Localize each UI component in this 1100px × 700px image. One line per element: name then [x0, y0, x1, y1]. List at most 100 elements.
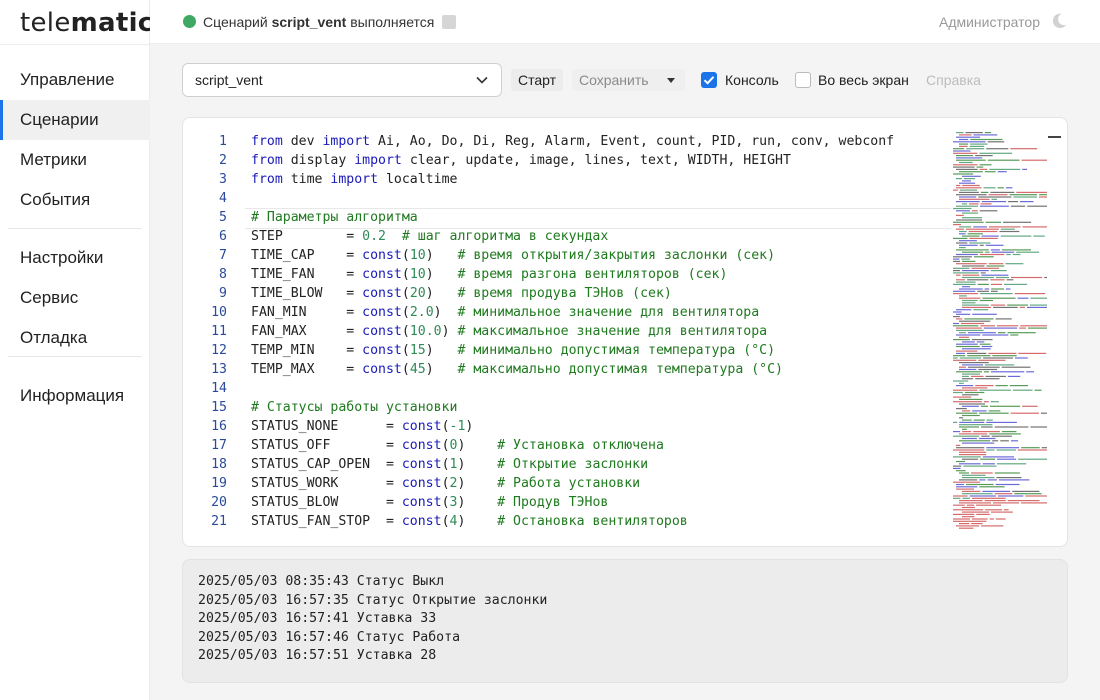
code-line: 9 TIME_BLOW = const(20) # время продува Т… — [183, 284, 953, 303]
code-line: 2 from display import clear, update, imag… — [183, 151, 953, 170]
code-line: 10 FAN_MIN = const(2.0) # минимальное зна… — [183, 303, 953, 322]
start-button[interactable]: Старт — [511, 69, 564, 91]
code-text: TIME_CAP = const(10) # время открытия/за… — [251, 248, 776, 263]
console-label[interactable]: Консоль — [725, 72, 779, 88]
line-number: 16 — [211, 419, 227, 434]
line-number: 1 — [219, 134, 227, 149]
code-text: STATUS_OFF = const(0) # Установка отключ… — [251, 438, 664, 453]
minimap[interactable] — [951, 130, 1049, 530]
divider — [0, 44, 150, 45]
line-number: 7 — [219, 248, 227, 263]
code-line: 1 from dev import Ai, Ao, Do, Di, Reg, Al… — [183, 132, 953, 151]
moon-icon[interactable] — [1050, 12, 1068, 30]
code-text: STATUS_BLOW = const(3) # Продув ТЭНов — [251, 495, 609, 510]
minimap-slider[interactable] — [1048, 136, 1061, 138]
code-line: 11 FAN_MAX = const(10.0) # максимальное з… — [183, 322, 953, 341]
chevron-down-icon — [476, 76, 488, 84]
code-line: 13 TEMP_MAX = const(45) # максимально доп… — [183, 360, 953, 379]
code-line: 4 — [183, 189, 953, 208]
fullscreen-label[interactable]: Во весь экран — [818, 72, 909, 88]
sidebar: telematic Управление Сценарии Метрики Событ… — [0, 0, 153, 700]
line-number: 5 — [219, 210, 227, 225]
code-line: 5 # Параметры алгоритма — [183, 208, 953, 227]
sidebar-item[interactable]: Информация — [0, 376, 150, 416]
code-text: from dev import Ai, Ao, Do, Di, Reg, Ala… — [251, 134, 895, 149]
code-text: STATUS_WORK = const(2) # Работа установк… — [251, 476, 641, 491]
code-text: from display import clear, update, image… — [251, 153, 791, 168]
line-number: 9 — [219, 286, 227, 301]
line-number: 11 — [211, 324, 227, 339]
console-line: 2025/05/03 08:35:43 Статус Выкл — [198, 574, 445, 589]
sidebar-item[interactable]: События — [0, 180, 150, 220]
sidebar-item[interactable]: Управление — [0, 60, 150, 100]
line-number: 14 — [211, 381, 227, 396]
code-text: TEMP_MIN = const(15) # минимально допуст… — [251, 343, 776, 358]
code-text: STATUS_FAN_STOP = const(4) # Остановка в… — [251, 514, 688, 529]
console-checkbox[interactable] — [701, 72, 717, 88]
line-number: 3 — [219, 172, 227, 187]
console-line: 2025/05/03 16:57:35 Статус Открытие засл… — [198, 592, 548, 608]
sidebar-item[interactable]: Отладка — [0, 318, 150, 358]
running-status-icon — [183, 15, 196, 28]
logo-part1: tele — [20, 8, 71, 38]
line-number: 13 — [211, 362, 227, 377]
user-name[interactable]: Администратор — [939, 14, 1040, 30]
script-select-value: script_vent — [195, 72, 263, 88]
code-text: STATUS_CAP_OPEN = const(1) # Открытие за… — [251, 457, 649, 472]
line-number: 8 — [219, 267, 227, 282]
code-line: 16 STATUS_NONE = const(-1) — [183, 417, 953, 436]
help-link[interactable]: Справка — [926, 72, 981, 88]
script-status: Сценарий script_vent выполняется — [203, 14, 434, 30]
script-select[interactable]: script_vent — [182, 63, 502, 97]
line-number: 10 — [211, 305, 227, 320]
code-line: 21 STATUS_FAN_STOP = const(4) # Остановка… — [183, 512, 953, 531]
code-line: 17 STATUS_OFF = const(0) # Установка откл… — [183, 436, 953, 455]
status-suffix: выполняется — [350, 14, 435, 30]
status-prefix: Сценарий — [203, 14, 268, 30]
code-line: 6 STEP = 0.2 # шаг алгоритма в секундах — [183, 227, 953, 246]
check-icon — [703, 76, 715, 85]
line-number: 15 — [211, 400, 227, 415]
code-text: STATUS_NONE = const(-1) — [251, 419, 474, 434]
status-script-name: script_vent — [271, 14, 347, 30]
sidebar-item[interactable]: Сценарии — [0, 100, 150, 140]
caret-down-icon[interactable] — [667, 78, 675, 83]
code-line: 8 TIME_FAN = const(10) # время разгона ве… — [183, 265, 953, 284]
line-number: 2 — [219, 153, 227, 168]
code-line: 3 from time import localtime — [183, 170, 953, 189]
code-editor[interactable]: 1 from dev import Ai, Ao, Do, Di, Reg, Al… — [182, 117, 1068, 547]
code-text: # Параметры алгоритма — [251, 210, 418, 225]
logo-part2: matic — [70, 8, 154, 38]
code-text: TIME_BLOW = const(20) # время продува ТЭ… — [251, 286, 672, 301]
line-number: 4 — [219, 191, 227, 206]
logo[interactable]: telematic — [20, 8, 154, 38]
console-line: 2025/05/03 16:57:51 Уставка 28 — [198, 648, 437, 663]
line-number: 17 — [211, 438, 227, 453]
save-button-label: Сохранить — [579, 72, 649, 88]
console-output: 2025/05/03 08:35:43 Статус Выкл 2025/05/0… — [182, 559, 1068, 683]
stop-icon[interactable] — [442, 15, 456, 29]
code-text: FAN_MAX = const(10.0) # максимальное зна… — [251, 324, 768, 339]
code-text: STEP = 0.2 # шаг алгоритма в секундах — [251, 229, 609, 244]
line-number: 6 — [219, 229, 227, 244]
code-text: # Статусы работы установки — [251, 400, 458, 415]
toolbar: script_vent Старт Сохранить Консоль Во в… — [182, 63, 1068, 97]
code-text: TEMP_MAX = const(45) # максимально допус… — [251, 362, 783, 377]
console-line: 2025/05/03 16:57:41 Уставка 33 — [198, 611, 437, 626]
sidebar-item[interactable]: Настройки — [0, 238, 150, 278]
code-text: from time import localtime — [251, 172, 458, 187]
code-line: 7 TIME_CAP = const(10) # время открытия/з… — [183, 246, 953, 265]
topbar: Сценарий script_vent выполняется Админис… — [150, 0, 1100, 44]
code-line: 18 STATUS_CAP_OPEN = const(1) # Открытие … — [183, 455, 953, 474]
save-button[interactable]: Сохранить — [572, 69, 685, 91]
code-line: 15 # Статусы работы установки — [183, 398, 953, 417]
line-number: 12 — [211, 343, 227, 358]
line-number: 20 — [211, 495, 227, 510]
sidebar-item[interactable]: Метрики — [0, 140, 150, 180]
code-text: FAN_MIN = const(2.0) # минимальное значе… — [251, 305, 760, 320]
fullscreen-checkbox[interactable] — [795, 72, 811, 88]
code-line: 20 STATUS_BLOW = const(3) # Продув ТЭНов — [183, 493, 953, 512]
console-line: 2025/05/03 16:57:46 Статус Работа — [198, 629, 461, 645]
line-number: 19 — [211, 476, 227, 491]
sidebar-item[interactable]: Сервис — [0, 278, 150, 318]
